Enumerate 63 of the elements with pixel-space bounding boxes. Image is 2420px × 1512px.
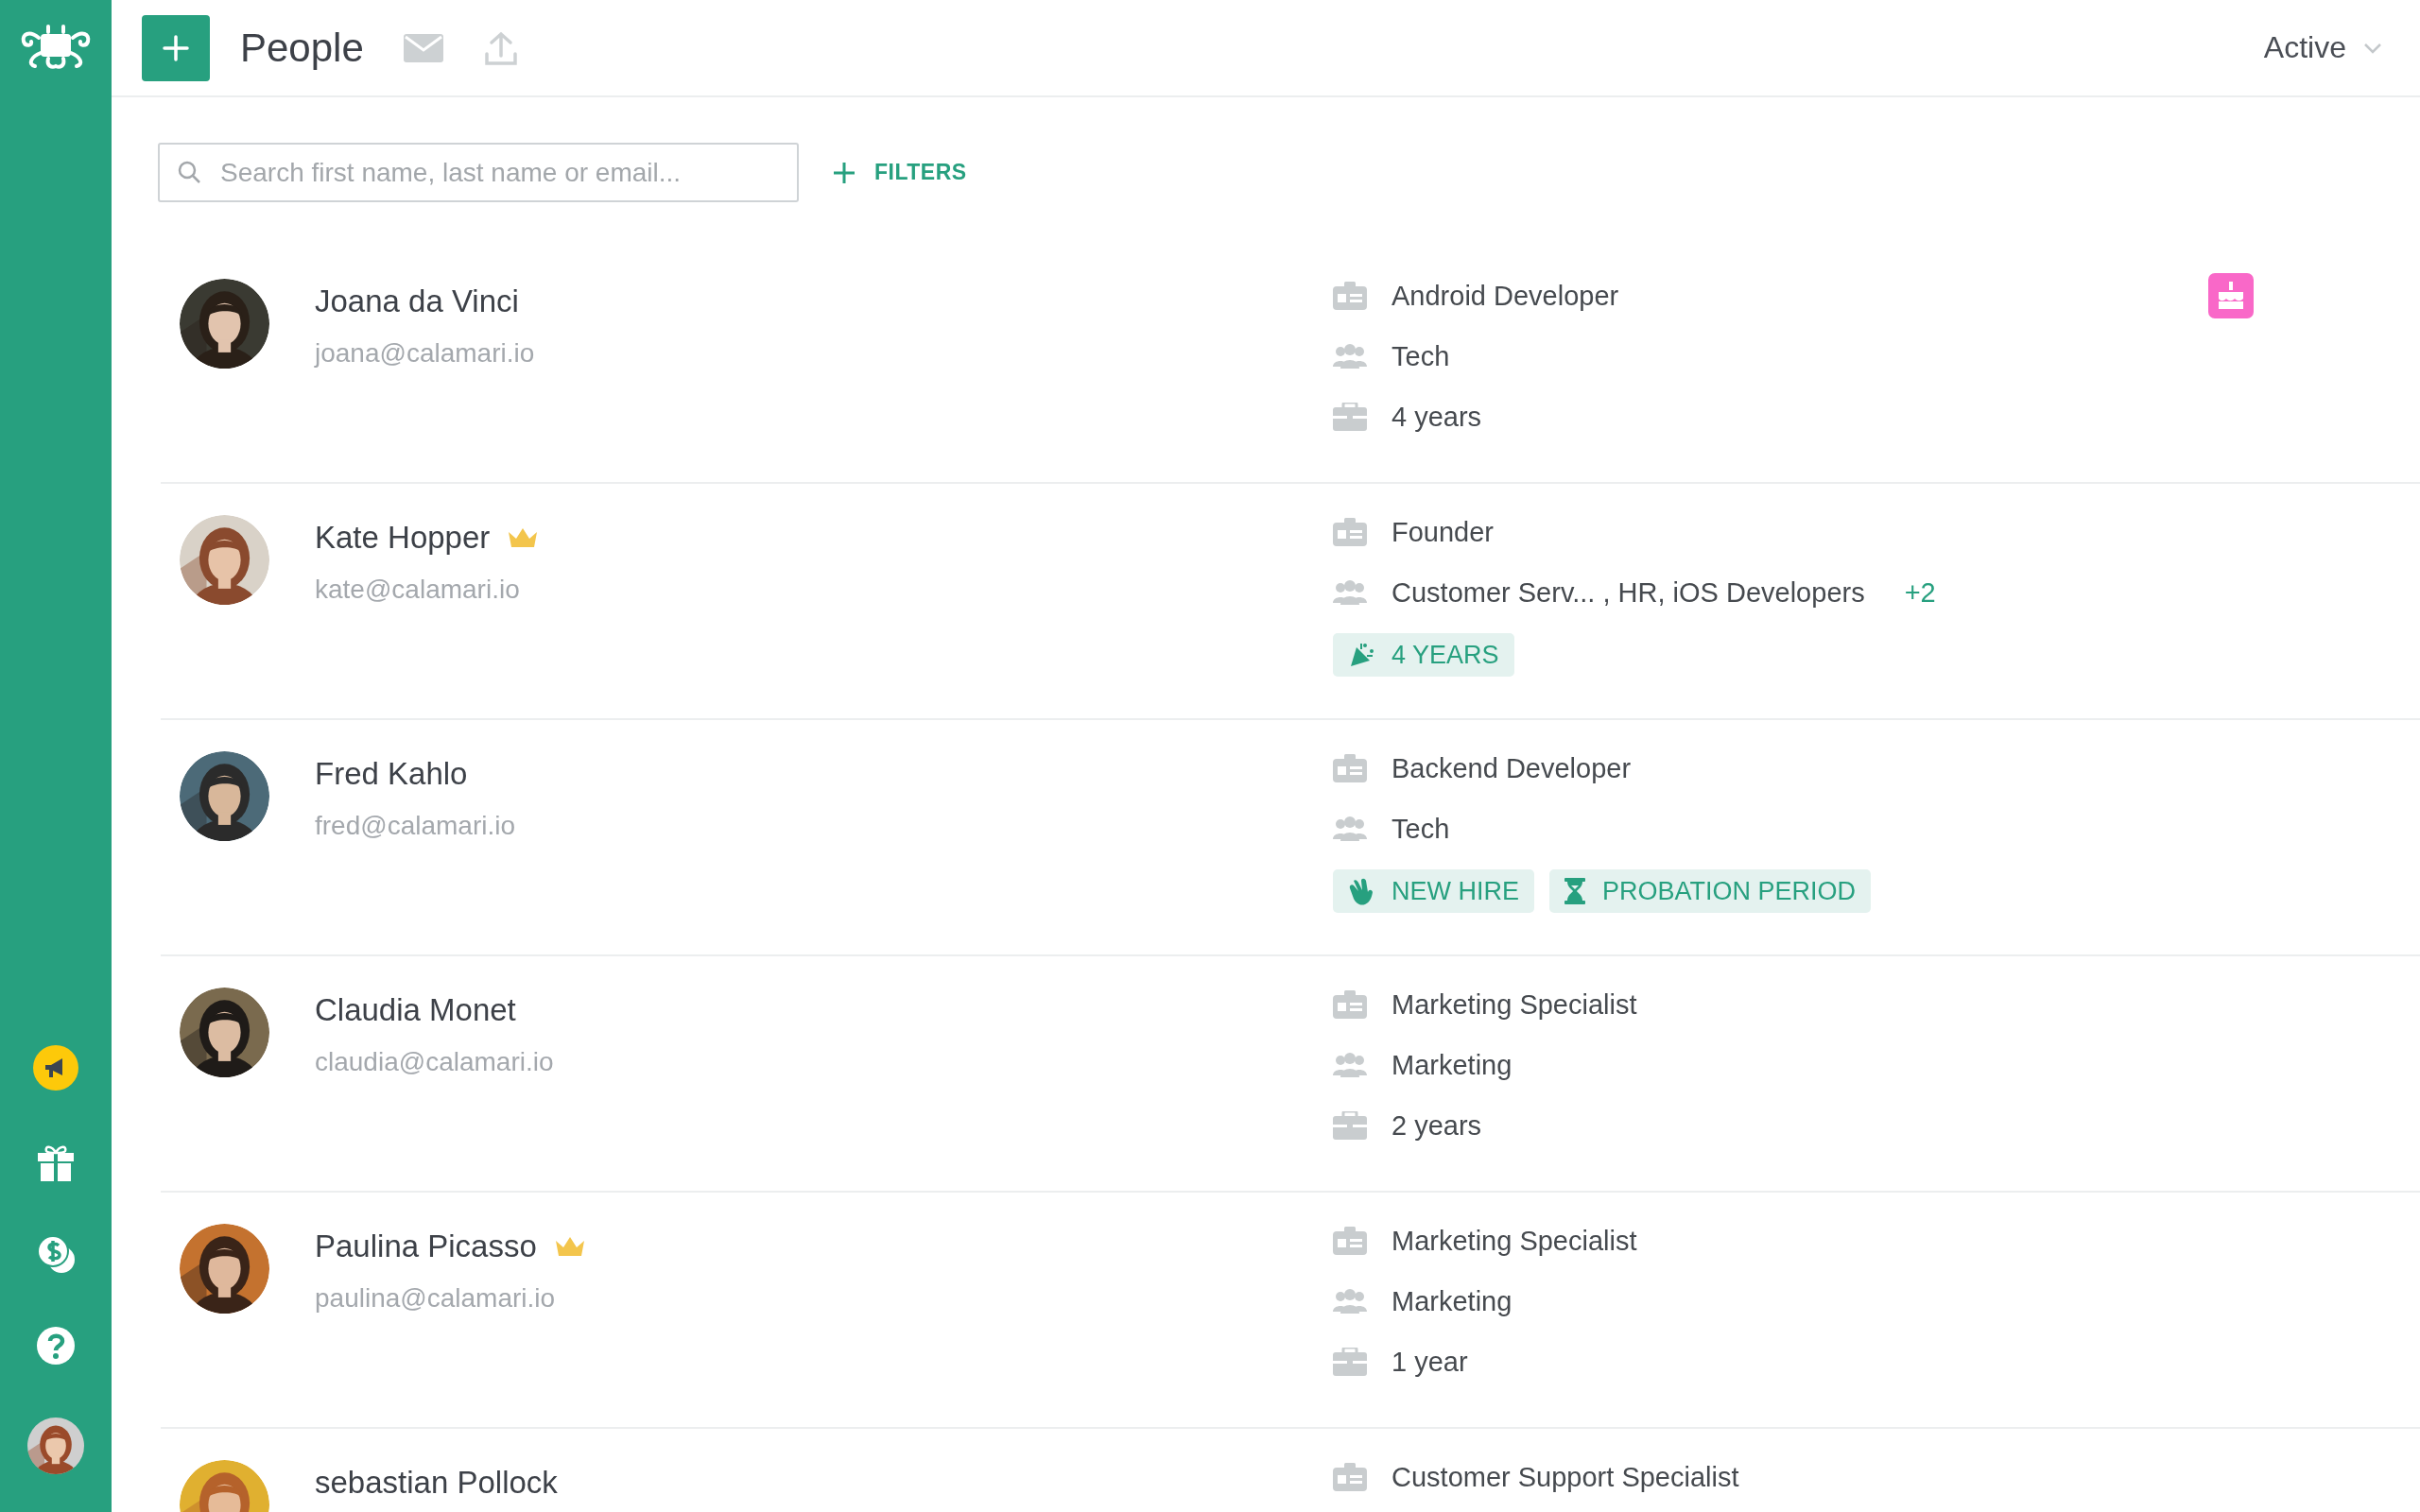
person-name: Claudia Monet <box>315 992 516 1028</box>
job-title: Marketing Specialist <box>1392 988 1637 1021</box>
person-row[interactable]: sebastian Pollock Customer Support Specialist <box>161 1429 2420 1512</box>
job-title: Backend Developer <box>1392 752 1632 784</box>
id-card-icon <box>1333 990 1367 1019</box>
person-email: joana@calamari.io <box>315 338 535 369</box>
person-name: Kate Hopper <box>315 520 491 556</box>
tenure: 1 year <box>1392 1346 1468 1378</box>
people-icon <box>1333 344 1367 369</box>
people-icon <box>1333 1289 1367 1314</box>
briefcase-icon <box>1333 403 1367 431</box>
team-names: Customer Serv... , HR, iOS Developers <box>1392 576 1865 609</box>
plus-icon <box>163 34 189 61</box>
person-name: sebastian Pollock <box>315 1465 558 1501</box>
person-row[interactable]: Kate Hopper kate@calamari.io Founder Customer Serv... , HR, iOS Developers +2 4 YEARS <box>161 484 2420 720</box>
id-card-icon <box>1333 754 1367 782</box>
search-field[interactable]: Search first name, last name or email... <box>158 143 799 202</box>
person-row[interactable]: Fred Kahlo fred@calamari.io Backend Developer Tech NEW HIRE PROBATION PERIOD <box>161 720 2420 956</box>
megaphone-icon[interactable] <box>33 1045 78 1091</box>
person-email: kate@calamari.io <box>315 575 521 605</box>
new-hire-tag: NEW HIRE <box>1333 869 1534 913</box>
search-icon <box>177 160 201 184</box>
tenure: 4 years <box>1392 401 1482 433</box>
people-icon <box>1333 1053 1367 1077</box>
coins-icon[interactable] <box>36 1234 76 1274</box>
page-title: People <box>240 25 364 71</box>
people-icon <box>1333 816 1367 841</box>
id-card-icon <box>1333 282 1367 310</box>
party-popper-icon <box>1348 642 1374 668</box>
team-names: Marketing <box>1392 1285 1512 1317</box>
briefcase-icon <box>1333 1111 1367 1140</box>
add-button[interactable] <box>142 14 210 81</box>
gift-icon[interactable] <box>38 1143 74 1181</box>
id-card-icon <box>1333 1227 1367 1255</box>
person-row[interactable]: Claudia Monet claudia@calamari.io Marketing Specialist Marketing 2 years <box>161 956 2420 1193</box>
person-email: paulina@calamari.io <box>315 1283 557 1314</box>
probation-tag: PROBATION PERIOD <box>1549 869 1872 913</box>
person-row[interactable]: Joana da Vinci joana@calamari.io Android Developer Tech 4 years <box>161 248 2420 484</box>
help-icon[interactable] <box>37 1327 75 1365</box>
tenure: 2 years <box>1392 1109 1482 1142</box>
person-name: Joana da Vinci <box>315 284 519 319</box>
briefcase-icon <box>1333 1348 1367 1376</box>
team-names: Tech <box>1392 340 1450 372</box>
job-title: Founder <box>1392 516 1494 548</box>
team-names: Marketing <box>1392 1049 1512 1081</box>
person-row[interactable]: Paulina Picasso paulina@calamari.io Marketing Specialist Marketing 1 year <box>161 1193 2420 1429</box>
plus-icon <box>833 161 856 184</box>
person-name: Paulina Picasso <box>315 1228 537 1264</box>
job-title: Marketing Specialist <box>1392 1225 1637 1257</box>
person-name: Fred Kahlo <box>315 756 468 792</box>
job-title: Android Developer <box>1392 280 1619 312</box>
person-email: claudia@calamari.io <box>315 1047 554 1077</box>
status-dropdown[interactable]: Active <box>2263 30 2382 65</box>
chevron-down-icon <box>2363 42 2382 54</box>
anniversary-tag: 4 YEARS <box>1333 633 1514 677</box>
person-email: fred@calamari.io <box>315 811 516 841</box>
team-names: Tech <box>1392 813 1450 845</box>
people-icon <box>1333 580 1367 605</box>
id-card-icon <box>1333 1463 1367 1491</box>
waving-hand-icon <box>1348 877 1374 905</box>
id-card-icon <box>1333 518 1367 546</box>
job-title: Customer Support Specialist <box>1392 1461 1739 1493</box>
hourglass-icon <box>1564 878 1585 904</box>
